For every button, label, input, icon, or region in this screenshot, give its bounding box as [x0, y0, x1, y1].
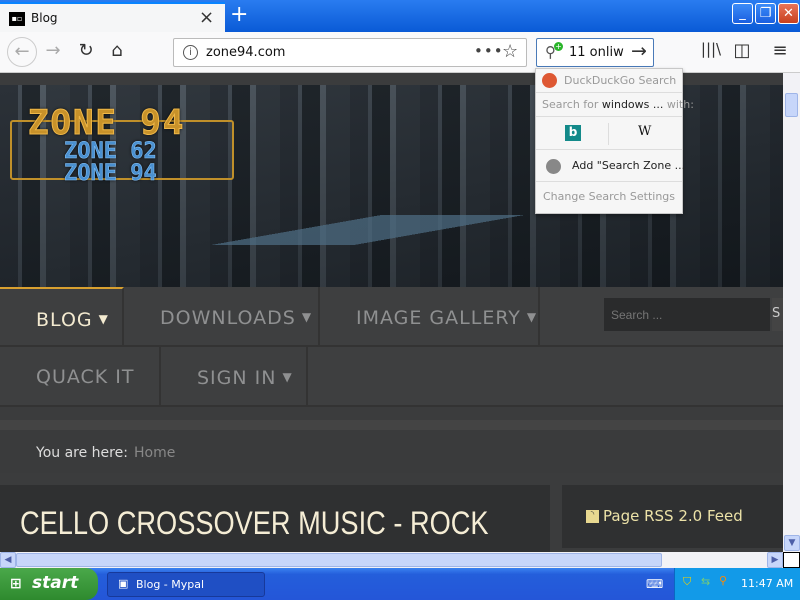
- keyboard-icon[interactable]: ⌨: [646, 577, 663, 591]
- library-icon[interactable]: |||\: [698, 40, 724, 58]
- maximize-button[interactable]: ❐: [755, 3, 776, 24]
- breadcrumb-label: You are here:: [36, 445, 128, 461]
- divider: [608, 123, 609, 145]
- nav-blog[interactable]: BLOG ▼: [0, 287, 124, 347]
- url-text: zone94.com: [206, 45, 286, 60]
- site-search-input[interactable]: [604, 298, 770, 331]
- go-arrow-icon[interactable]: →: [631, 40, 647, 62]
- nav-quack-it[interactable]: QUACK IT: [0, 347, 161, 407]
- duckduckgo-icon: [542, 73, 557, 88]
- security-shield-icon[interactable]: ⛉: [683, 575, 691, 589]
- network-icon[interactable]: ⇆: [701, 575, 710, 588]
- wikipedia-button[interactable]: W: [638, 124, 651, 139]
- home-button[interactable]: ⌂: [104, 40, 130, 61]
- search-for-prefix: Search for: [542, 98, 602, 111]
- breadcrumb-home-link[interactable]: Home: [134, 445, 175, 461]
- nav-image-gallery[interactable]: IMAGE GALLERY ▼: [320, 287, 540, 347]
- bing-button[interactable]: b: [565, 125, 581, 141]
- back-button[interactable]: ←: [7, 37, 37, 67]
- close-tab-icon[interactable]: ×: [199, 7, 214, 28]
- breadcrumb: You are here: Home: [0, 420, 783, 473]
- caret-down-icon: ▼: [526, 310, 538, 324]
- scroll-corner: [783, 552, 800, 568]
- search-for-row: Search for windows ... with:: [536, 93, 694, 117]
- task-label: Blog - Mypal: [136, 578, 205, 591]
- logo-sub-2: ZONE 94: [64, 161, 157, 186]
- taskbar-item-blog[interactable]: ▣ Blog - Mypal: [107, 572, 265, 597]
- nav-label: SIGN IN: [197, 367, 277, 389]
- scroll-down-icon[interactable]: ▼: [784, 535, 800, 551]
- logo-sub: ZONE 62 ZONE 94: [64, 139, 157, 186]
- favicon-icon: ▪▫: [9, 12, 25, 26]
- search-input[interactable]: 11 onliw: [569, 45, 624, 60]
- nav-label: IMAGE GALLERY: [356, 307, 521, 329]
- clock: 11:47 AM: [741, 577, 794, 590]
- nav-sign-in[interactable]: SIGN IN ▼: [161, 347, 308, 407]
- engine-name: DuckDuckGo Search: [564, 74, 677, 87]
- caret-down-icon: ▼: [301, 310, 313, 324]
- article-header: CELLO CROSSOVER MUSIC - ROCK: [0, 485, 550, 552]
- caret-down-icon: ▼: [98, 312, 109, 326]
- nav-filler: [308, 347, 783, 407]
- add-engine-badge-icon: +: [554, 42, 563, 51]
- add-engine-row[interactable]: Add "Search Zone ...: [536, 150, 686, 182]
- forward-button[interactable]: →: [40, 40, 66, 61]
- start-button[interactable]: ⊞ start: [0, 568, 98, 600]
- popup-engine-header: DuckDuckGo Search: [536, 69, 682, 93]
- reload-button[interactable]: ↻: [73, 40, 99, 61]
- logo-sub-1: ZONE 62: [64, 139, 157, 164]
- vertical-scrollbar[interactable]: [783, 73, 800, 552]
- start-label: start: [32, 573, 79, 593]
- rss-link[interactable]: Page RSS 2.0 Feed: [603, 507, 743, 525]
- search-tray-icon[interactable]: ⚲: [719, 574, 727, 587]
- scroll-right-icon[interactable]: ▶: [767, 552, 783, 568]
- system-tray: ⛉ ⇆ ⚲ 11:47 AM: [674, 568, 800, 600]
- info-icon[interactable]: i: [183, 45, 198, 60]
- search-term: windows ...: [601, 98, 664, 111]
- horizontal-scroll-thumb[interactable]: [16, 553, 662, 567]
- nav-label: QUACK IT: [36, 366, 135, 388]
- close-window-button[interactable]: ✕: [778, 3, 799, 24]
- sidebar-icon[interactable]: ◫: [729, 40, 755, 61]
- url-bar[interactable]: i zone94.com ••• ☆: [173, 38, 527, 67]
- add-engine-icon: [546, 159, 561, 174]
- vertical-scroll-thumb[interactable]: [785, 93, 798, 117]
- new-tab-button[interactable]: +: [230, 2, 248, 27]
- nav-label: DOWNLOADS: [160, 307, 296, 329]
- caret-down-icon: ▼: [282, 370, 293, 384]
- page-actions-icon[interactable]: •••: [474, 42, 504, 60]
- search-bar[interactable]: ⚲ + 11 onliw →: [536, 38, 654, 67]
- app-icon: ▣: [118, 577, 129, 590]
- article-title[interactable]: CELLO CROSSOVER MUSIC - ROCK: [20, 505, 489, 542]
- rss-widget: ◝ Page RSS 2.0 Feed: [562, 485, 783, 548]
- search-for-suffix: with:: [663, 98, 694, 111]
- nav-label: BLOG: [36, 309, 93, 331]
- scroll-left-icon[interactable]: ◀: [0, 552, 16, 568]
- tab-title: Blog: [31, 11, 58, 25]
- nav-toolbar: ← → ↻ ⌂ i zone94.com ••• ☆ ⚲ + 11 onliw …: [0, 32, 800, 73]
- tab-blog[interactable]: ▪▫ Blog ×: [0, 2, 225, 32]
- rss-icon: ◝: [586, 510, 599, 523]
- search-engine-popup: DuckDuckGo Search Search for windows ...…: [535, 68, 694, 214]
- menu-icon[interactable]: ≡: [767, 40, 793, 61]
- site-logo[interactable]: ZONE 94: [27, 103, 185, 144]
- alt-engines-row: b W: [536, 117, 682, 150]
- nav-downloads[interactable]: DOWNLOADS ▼: [124, 287, 320, 347]
- minimize-button[interactable]: _: [732, 3, 753, 24]
- add-engine-label: Add "Search Zone ...: [572, 159, 686, 172]
- site-search-button[interactable]: S: [772, 298, 783, 331]
- monorail-decoration: [0, 215, 783, 245]
- windows-flag-icon: ⊞: [10, 576, 22, 592]
- change-search-settings[interactable]: Change Search Settings: [536, 182, 682, 203]
- bookmark-star-icon[interactable]: ☆: [502, 41, 518, 62]
